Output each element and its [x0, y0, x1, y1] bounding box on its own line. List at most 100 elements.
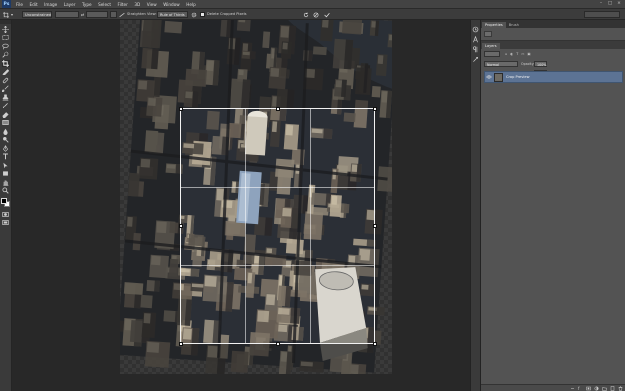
lasso-tool-icon[interactable]	[2, 43, 10, 50]
properties-layer-icon	[484, 31, 492, 37]
menu-3d[interactable]: 3D	[134, 2, 140, 7]
quick-mask-icon[interactable]	[2, 211, 10, 218]
crop-handle-bottom-left[interactable]	[178, 341, 183, 346]
layers-filter-row: ▫ ◐ T ▭ ▣	[481, 49, 625, 59]
path-selection-icon[interactable]	[2, 162, 10, 169]
type-tool-icon[interactable]	[2, 153, 10, 160]
delete-cropped-label: Delete Cropped Pixels	[207, 12, 247, 16]
tool-presets-icon[interactable]	[472, 56, 479, 63]
straighten-icon[interactable]	[119, 12, 125, 18]
menu-bar: Ps File Edit Image Layer Type Select Fil…	[0, 0, 625, 9]
quick-select-tool-icon[interactable]	[2, 51, 10, 58]
screen-mode-icon[interactable]	[2, 219, 10, 226]
menu-image[interactable]: Image	[44, 2, 57, 7]
gradient-tool-icon[interactable]	[2, 119, 10, 126]
history-panel-icon[interactable]	[472, 26, 479, 33]
minimize-button[interactable]: –	[597, 1, 605, 7]
crop-box[interactable]	[178, 106, 377, 346]
fx-icon[interactable]: f	[578, 386, 583, 391]
color-swatches	[0, 198, 11, 209]
settings-gear-icon[interactable]	[191, 12, 197, 18]
layer-filter-icons[interactable]: ▫ ◐ T ▭ ▣	[505, 51, 545, 57]
menu-filter[interactable]: Filter	[117, 2, 127, 7]
crop-handle-right[interactable]	[372, 224, 377, 228]
clone-stamp-icon[interactable]	[2, 93, 10, 101]
eraser-tool-icon[interactable]	[2, 111, 10, 118]
history-brush-icon[interactable]	[2, 102, 10, 109]
menu-type[interactable]: Type	[82, 2, 92, 7]
menu-layer[interactable]: Layer	[64, 2, 76, 7]
reset-icon[interactable]	[303, 12, 309, 18]
ratio-height-input[interactable]	[86, 11, 108, 18]
crop-handle-left[interactable]	[178, 224, 183, 228]
rectangle-tool-icon[interactable]	[2, 170, 10, 177]
ratio-width-input[interactable]	[55, 11, 79, 18]
maximize-button[interactable]: □	[606, 1, 614, 7]
layer-thumbnail	[494, 72, 503, 82]
document-canvas[interactable]	[120, 20, 392, 374]
delete-layer-icon[interactable]	[618, 386, 623, 391]
hand-tool-icon[interactable]	[2, 179, 10, 186]
opacity-label: Opacity:	[521, 62, 535, 66]
swap-icon[interactable]: ⇄	[81, 11, 84, 18]
layer-row-crop-preview[interactable]: Crop Preview	[484, 71, 623, 83]
right-panels: Properties Brush Layers ▫ ◐ T ▭ ▣ Normal…	[481, 20, 625, 391]
marquee-tool-icon[interactable]	[2, 34, 10, 41]
menu-items: File Edit Image Layer Type Select Filter…	[16, 2, 202, 7]
options-bar: ▾ Unconstrained ⇄ Straighten View: Rule …	[0, 9, 625, 20]
preset-arrow-icon[interactable]: ▾	[11, 11, 13, 18]
blend-row: Normal Opacity: 100%	[481, 59, 625, 68]
ratio-select[interactable]: Unconstrained	[22, 11, 52, 18]
thirds-grid-line	[309, 109, 311, 343]
layers-footer: f	[481, 384, 625, 391]
layer-filter-select[interactable]	[484, 51, 500, 57]
blur-tool-icon[interactable]	[2, 128, 10, 135]
menu-file[interactable]: File	[16, 2, 23, 7]
adjustment-layer-icon[interactable]	[594, 386, 599, 391]
link-layers-icon[interactable]	[570, 386, 575, 391]
photoshop-logo: Ps	[2, 0, 11, 8]
opacity-input[interactable]: 100%	[534, 61, 547, 67]
healing-brush-icon[interactable]	[2, 77, 10, 84]
zoom-tool-icon[interactable]	[2, 187, 10, 194]
pen-tool-icon[interactable]	[2, 144, 10, 152]
eyedropper-tool-icon[interactable]	[2, 68, 10, 75]
new-layer-icon[interactable]	[610, 386, 615, 391]
add-mask-icon[interactable]	[586, 386, 591, 391]
crop-handle-top[interactable]	[275, 106, 280, 111]
foreground-color-swatch[interactable]	[0, 198, 7, 204]
blend-mode-select[interactable]: Normal	[484, 61, 518, 67]
dodge-tool-icon[interactable]	[2, 136, 10, 143]
menu-select[interactable]: Select	[98, 2, 111, 7]
workspace-select[interactable]	[584, 11, 620, 18]
crop-handle-top-right[interactable]	[372, 106, 377, 111]
straighten-label[interactable]: Straighten	[127, 11, 146, 18]
cancel-icon[interactable]	[313, 12, 319, 18]
crop-tool-preset-icon[interactable]	[3, 11, 9, 18]
close-button[interactable]: ×	[615, 1, 623, 7]
menu-view[interactable]: View	[147, 2, 157, 7]
character-panel-icon[interactable]	[472, 35, 479, 43]
commit-check-icon[interactable]	[324, 12, 330, 18]
menu-help[interactable]: Help	[186, 2, 196, 7]
clear-button[interactable]	[110, 11, 117, 18]
view-select[interactable]: Rule of Thirds	[157, 11, 188, 18]
crop-handle-top-left[interactable]	[178, 106, 183, 111]
paragraph-panel-icon[interactable]	[472, 46, 479, 53]
visibility-eye-icon[interactable]	[486, 74, 492, 80]
menu-edit[interactable]: Edit	[30, 2, 38, 7]
delete-cropped-checkbox[interactable]	[200, 12, 205, 17]
layer-name[interactable]: Crop Preview	[506, 75, 530, 79]
menu-window[interactable]: Window	[163, 2, 180, 7]
svg-text:f: f	[578, 386, 580, 391]
properties-panel	[481, 28, 625, 41]
thirds-grid-line	[245, 109, 246, 343]
layers-panel-tabs: Layers	[481, 41, 625, 49]
new-group-icon[interactable]	[602, 386, 607, 391]
crop-tool-icon[interactable]	[1, 59, 10, 67]
crop-handle-bottom[interactable]	[275, 341, 280, 346]
crop-handle-bottom-right[interactable]	[372, 341, 377, 346]
brush-tool-icon[interactable]	[2, 85, 10, 92]
move-tool-icon[interactable]	[2, 25, 10, 33]
tools-panel-header[interactable]	[0, 20, 11, 24]
